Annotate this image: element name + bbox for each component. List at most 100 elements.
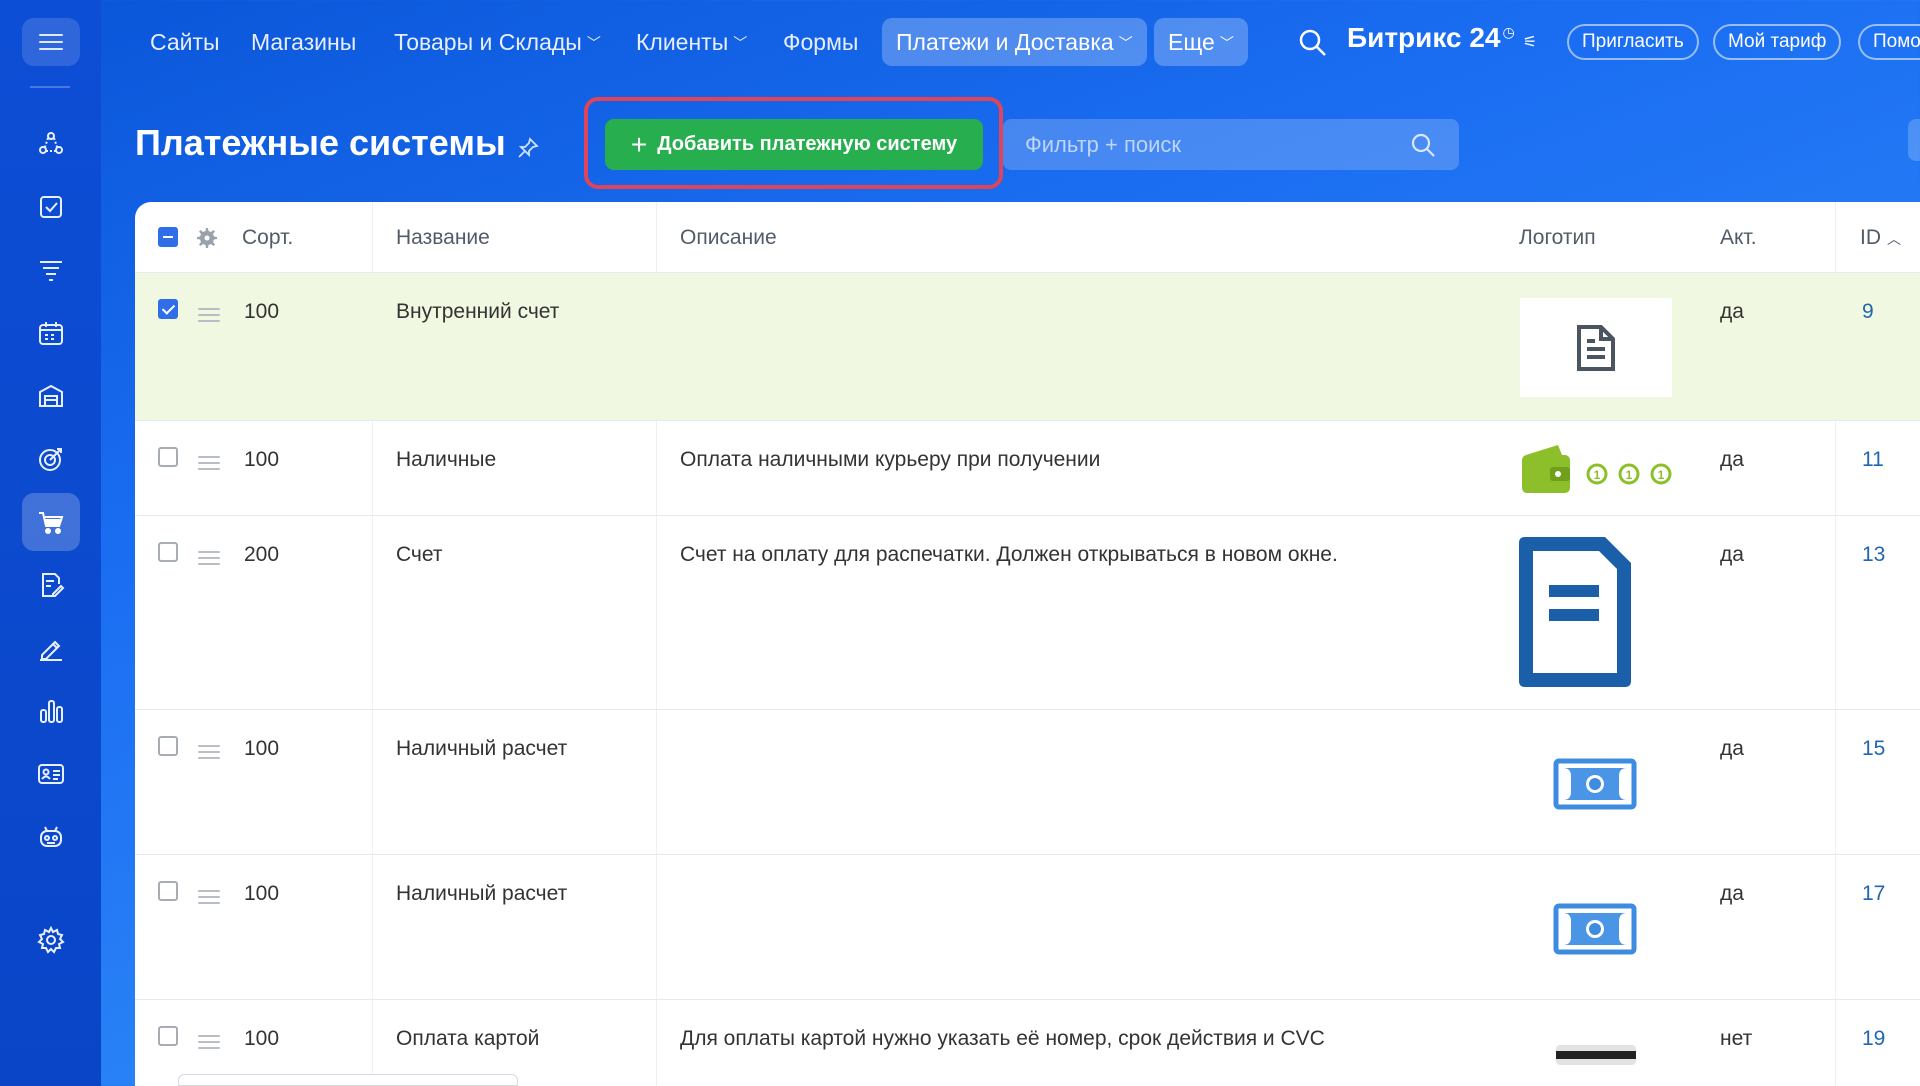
row-checkbox[interactable]	[158, 881, 178, 901]
cell-active: да	[1720, 300, 1744, 323]
cell-name[interactable]: Наличные	[396, 448, 496, 472]
brand-logo[interactable]: Битрикс 24 ◷⚟	[1347, 22, 1537, 54]
table-row[interactable]: 200 Счет Счет на оплату для распечатки. …	[135, 516, 1920, 710]
select-all-checkbox[interactable]	[158, 227, 178, 247]
table-row[interactable]: 100 Наличные Оплата наличными курьеру пр…	[135, 421, 1920, 516]
column-header-name[interactable]: Название	[396, 202, 490, 273]
table-row[interactable]: 100 Наличный расчет да 17	[135, 855, 1920, 1000]
settings-sliders-icon[interactable]: ⚟	[1523, 34, 1537, 51]
cell-description: Для оплаты картой нужно указать её номер…	[680, 1027, 1325, 1050]
cell-name[interactable]: Счет	[396, 543, 442, 567]
calendar-icon[interactable]	[22, 304, 80, 362]
drag-handle-icon[interactable]	[198, 308, 220, 322]
share-nodes-icon[interactable]	[22, 115, 80, 173]
column-header-active[interactable]: Акт.	[1720, 202, 1757, 273]
horizontal-scrollbar[interactable]	[178, 1074, 518, 1086]
cell-sort: 100	[244, 300, 280, 323]
id-card-icon[interactable]	[22, 745, 80, 803]
cell-active: да	[1720, 737, 1744, 760]
toolbar-button-stub[interactable]	[1908, 119, 1920, 161]
cell-id[interactable]: 17	[1862, 882, 1885, 906]
pin-icon[interactable]	[516, 136, 540, 160]
warehouse-icon[interactable]	[22, 367, 80, 425]
invite-button[interactable]: Пригласить	[1567, 24, 1699, 60]
cell-id[interactable]: 9	[1862, 300, 1874, 324]
add-payment-system-button[interactable]: + Добавить платежную систему	[605, 119, 983, 170]
nav-item-payments-delivery[interactable]: Платежи и Доставка ﹀	[882, 18, 1147, 66]
add-button-label: Добавить платежную систему	[657, 133, 958, 155]
gear-icon[interactable]	[196, 227, 218, 249]
cell-id[interactable]: 13	[1862, 543, 1885, 567]
cart-icon[interactable]	[22, 493, 80, 551]
row-checkbox[interactable]	[158, 447, 178, 467]
cash-bill-icon	[1553, 903, 1637, 955]
menu-burger-icon[interactable]	[22, 18, 80, 66]
row-checkbox[interactable]	[158, 1026, 178, 1046]
nav-item-forms[interactable]: Формы	[769, 18, 872, 66]
cell-name[interactable]: Наличный расчет	[396, 737, 567, 761]
cell-sort: 200	[244, 543, 280, 566]
left-sidebar	[0, 0, 101, 1086]
document-edit-icon[interactable]	[22, 556, 80, 614]
nav-item-sites[interactable]: Сайты	[136, 18, 234, 66]
nav-item-shops[interactable]: Магазины	[237, 18, 370, 66]
chevron-down-icon: ﹀	[1219, 35, 1234, 51]
my-tariff-button[interactable]: Мой тариф	[1713, 24, 1842, 60]
nav-item-goods[interactable]: Товары и Склады ﹀	[380, 18, 615, 66]
sort-ascending-icon: ︿	[1887, 231, 1901, 247]
cell-id[interactable]: 11	[1862, 448, 1884, 472]
cell-sort: 100	[244, 737, 280, 760]
search-icon[interactable]	[1296, 26, 1330, 60]
nav-item-clients[interactable]: Клиенты ﹀	[622, 18, 761, 66]
chevron-down-icon: ﹀	[733, 35, 748, 51]
cell-name[interactable]: Оплата картой	[396, 1027, 539, 1051]
drag-handle-icon[interactable]	[198, 551, 220, 565]
column-header-id[interactable]: ID ︿	[1860, 202, 1901, 273]
table-row[interactable]: 100 Наличный расчет да 15	[135, 710, 1920, 855]
robot-icon[interactable]	[22, 808, 80, 866]
filter-search-box[interactable]	[1003, 119, 1459, 170]
row-checkbox[interactable]	[158, 299, 178, 319]
row-checkbox[interactable]	[158, 542, 178, 562]
cell-id[interactable]: 15	[1862, 737, 1885, 761]
nav-item-more[interactable]: Еще ﹀	[1154, 18, 1248, 66]
settings-icon[interactable]	[22, 911, 80, 969]
drag-handle-icon[interactable]	[198, 456, 220, 470]
document-icon	[1520, 298, 1672, 397]
cell-active: да	[1720, 543, 1744, 566]
cell-active: да	[1720, 882, 1744, 905]
table-row[interactable]: 100 Внутренний счет да 9	[135, 273, 1920, 421]
bar-chart-icon[interactable]	[22, 682, 80, 740]
cell-description: Оплата наличными курьеру при получении	[680, 448, 1101, 471]
cell-sort: 100	[244, 448, 280, 471]
drag-handle-icon[interactable]	[198, 1035, 220, 1049]
help-button[interactable]: Помо	[1858, 24, 1920, 60]
pen-icon[interactable]	[22, 619, 80, 677]
drag-handle-icon[interactable]	[198, 745, 220, 759]
search-icon[interactable]	[1409, 131, 1437, 159]
cell-active: да	[1720, 448, 1744, 471]
cell-sort: 100	[244, 1027, 280, 1050]
cell-name[interactable]: Внутренний счет	[396, 300, 559, 324]
filter-search-input[interactable]	[1025, 119, 1395, 170]
svg-text:1: 1	[1626, 468, 1633, 482]
funnel-icon[interactable]	[22, 241, 80, 299]
cell-name[interactable]: Наличный расчет	[396, 882, 567, 906]
checklist-icon[interactable]	[22, 178, 80, 236]
cash-bill-icon	[1553, 758, 1637, 810]
drag-handle-icon[interactable]	[198, 890, 220, 904]
row-checkbox[interactable]	[158, 736, 178, 756]
sidebar-divider	[30, 86, 70, 88]
top-navigation: Сайты Магазины Товары и Склады ﹀ Клиенты ﹀…	[101, 0, 1920, 86]
column-header-logo[interactable]: Логотип	[1519, 202, 1596, 273]
invoice-icon	[1519, 537, 1631, 687]
cell-id[interactable]: 19	[1862, 1027, 1885, 1051]
svg-text:1: 1	[1594, 468, 1601, 482]
column-header-description[interactable]: Описание	[680, 202, 777, 273]
chevron-down-icon: ﹀	[586, 35, 601, 51]
cell-sort: 100	[244, 882, 280, 905]
target-icon[interactable]	[22, 430, 80, 488]
card-icon	[1556, 1045, 1636, 1065]
column-header-sort[interactable]: Сорт.	[242, 202, 293, 273]
clock-icon: ◷	[1502, 23, 1515, 40]
